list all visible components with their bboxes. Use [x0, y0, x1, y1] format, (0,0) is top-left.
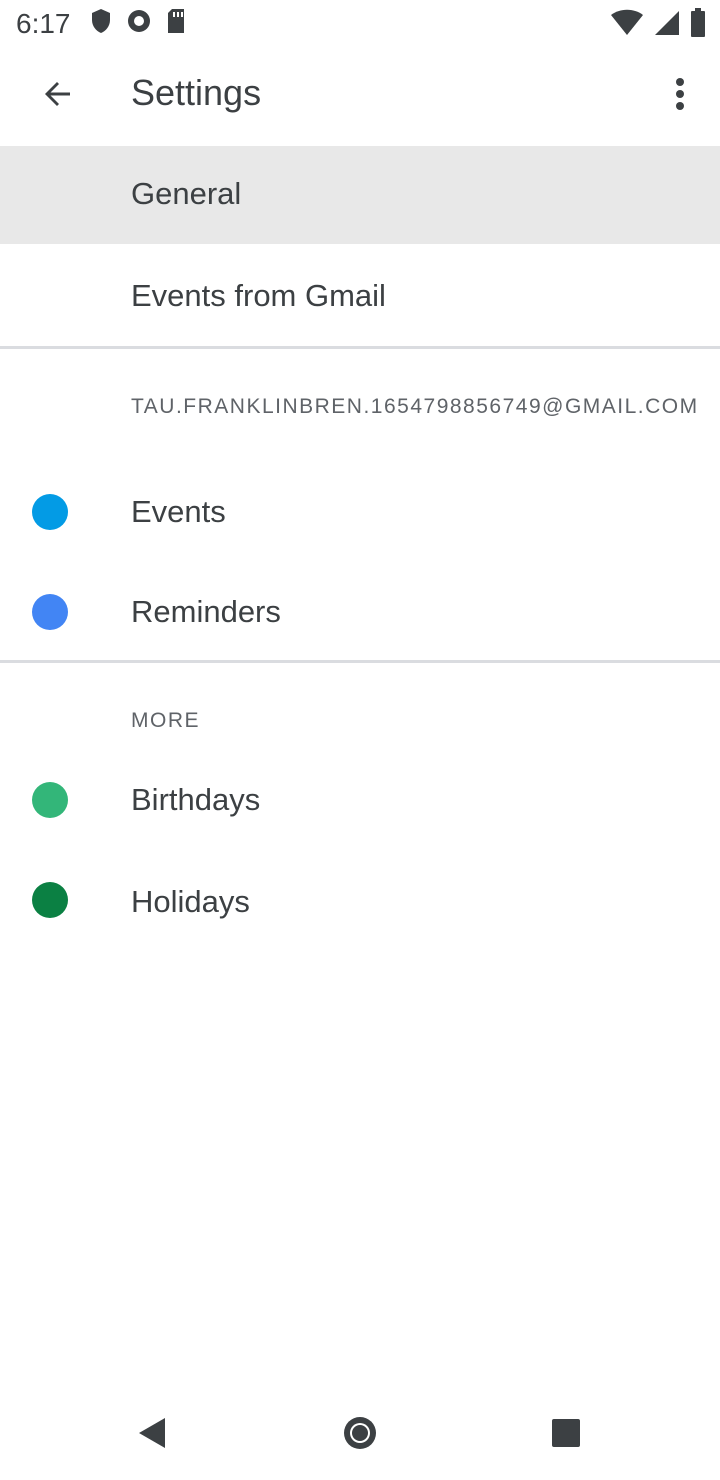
- app-bar: Settings: [0, 48, 720, 144]
- divider: [0, 660, 720, 663]
- circle-icon: [126, 8, 152, 39]
- nav-home-icon: [342, 1415, 378, 1456]
- divider: [0, 346, 720, 349]
- more-options-button[interactable]: [658, 66, 702, 126]
- calendar-item-reminders[interactable]: Reminders: [0, 562, 720, 662]
- more-header: MORE: [131, 709, 200, 732]
- settings-item-label: Events from Gmail: [131, 278, 386, 313]
- settings-item-general[interactable]: General: [0, 146, 720, 244]
- signal-icon: [654, 9, 680, 42]
- page-title: Settings: [131, 72, 262, 113]
- calendar-color-dot: [32, 782, 68, 818]
- battery-icon: [690, 8, 706, 43]
- nav-back-button[interactable]: [122, 1405, 182, 1465]
- wifi-icon: [610, 9, 644, 42]
- status-icons-left: [90, 8, 186, 39]
- sd-card-icon: [166, 8, 186, 39]
- calendar-item-events[interactable]: Events: [0, 462, 720, 562]
- shield-icon: [90, 8, 112, 39]
- settings-item-label: General: [131, 176, 242, 211]
- arrow-back-icon: [42, 78, 74, 115]
- calendar-color-dot: [32, 882, 68, 918]
- more-vert-icon: [675, 77, 685, 116]
- account-email-header: TAU.FRANKLINBREN.1654798856749@GMAIL.COM: [131, 395, 699, 418]
- calendar-label: Birthdays: [131, 782, 261, 817]
- calendar-label: Events: [131, 494, 226, 529]
- calendar-color-dot: [32, 494, 68, 530]
- calendar-item-birthdays[interactable]: Birthdays: [0, 750, 720, 850]
- settings-item-events-from-gmail[interactable]: Events from Gmail: [0, 246, 720, 346]
- calendar-item-holidays[interactable]: Holidays: [0, 850, 720, 950]
- calendar-label: Reminders: [131, 594, 281, 629]
- nav-recents-icon: [551, 1418, 581, 1453]
- status-icons-right: [610, 8, 706, 43]
- status-time: 6:17: [16, 8, 71, 39]
- nav-home-button[interactable]: [330, 1405, 390, 1465]
- calendar-color-dot: [32, 594, 68, 630]
- back-button[interactable]: [28, 66, 88, 126]
- status-bar: 6:17: [0, 0, 720, 48]
- system-nav-bar: [0, 1390, 720, 1480]
- nav-back-icon: [137, 1416, 167, 1455]
- nav-recents-button[interactable]: [536, 1405, 596, 1465]
- calendar-label: Holidays: [131, 884, 250, 919]
